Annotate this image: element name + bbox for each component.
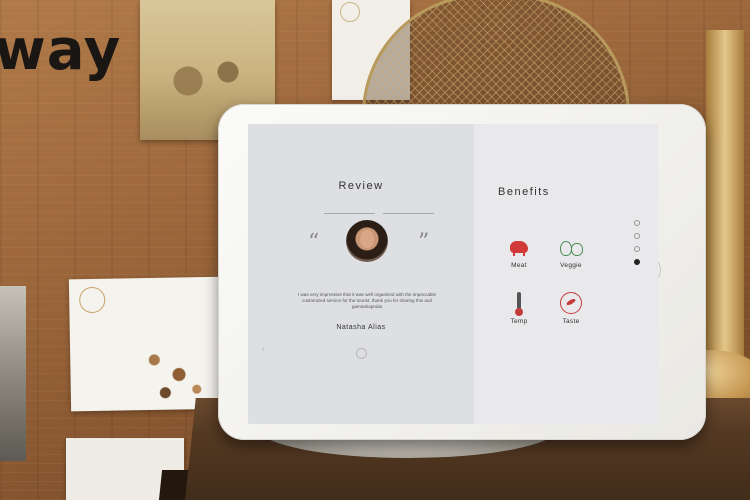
page-indicator <box>634 220 640 265</box>
reviewer-avatar <box>346 220 388 262</box>
page-dot-active[interactable] <box>634 259 640 265</box>
lamp-pole <box>706 30 744 370</box>
reviewer-badge-icon <box>356 348 367 359</box>
benefits-title: Benefits <box>498 186 550 198</box>
page-dot[interactable] <box>634 233 640 239</box>
benefit-taste[interactable]: Taste <box>546 292 596 325</box>
prev-arrow-icon[interactable]: ‹ <box>262 346 264 353</box>
page-dot[interactable] <box>634 220 640 226</box>
logo-icon <box>78 286 106 314</box>
page-dot[interactable] <box>634 246 640 252</box>
benefit-label: Veggie <box>560 262 582 269</box>
reviewer-name: Natasha Alias <box>336 324 386 331</box>
tablet-device: Review “ ” I was very impressive that it… <box>218 104 706 440</box>
benefit-label: Taste <box>562 318 580 325</box>
postcard <box>68 276 232 412</box>
review-tab-1[interactable] <box>324 204 375 214</box>
logo-icon <box>340 2 360 22</box>
quote-open-icon: “ <box>308 230 320 255</box>
review-text: I was very impressive that it was well o… <box>297 292 437 310</box>
postcard-illustration <box>139 340 212 403</box>
quote-close-icon: ” <box>418 230 430 255</box>
review-panel: Review “ ” I was very impressive that it… <box>248 124 474 424</box>
benefit-label: Temp <box>510 318 528 325</box>
review-title: Review <box>338 180 384 192</box>
review-tab-2[interactable] <box>383 204 434 214</box>
thermometer-icon <box>508 292 530 316</box>
benefits-panel: Benefits Meat Veggie Temp Taste <box>474 124 658 424</box>
tablet-screen: Review “ ” I was very impressive that it… <box>248 124 658 424</box>
avatar-face <box>360 230 374 248</box>
review-tabs <box>324 204 434 214</box>
pig-icon <box>508 236 530 258</box>
vegetable-icon <box>560 236 583 258</box>
photo-scene: way Review “ ” I was very impressive tha… <box>0 0 750 500</box>
benefit-veggie[interactable]: Veggie <box>546 236 596 269</box>
wall-photo-left <box>0 286 26 461</box>
benefit-temp[interactable]: Temp <box>494 292 544 325</box>
wall-sign-text: way <box>0 18 122 83</box>
benefit-meat[interactable]: Meat <box>494 236 544 269</box>
chili-icon <box>560 292 582 314</box>
benefit-label: Meat <box>511 262 527 269</box>
